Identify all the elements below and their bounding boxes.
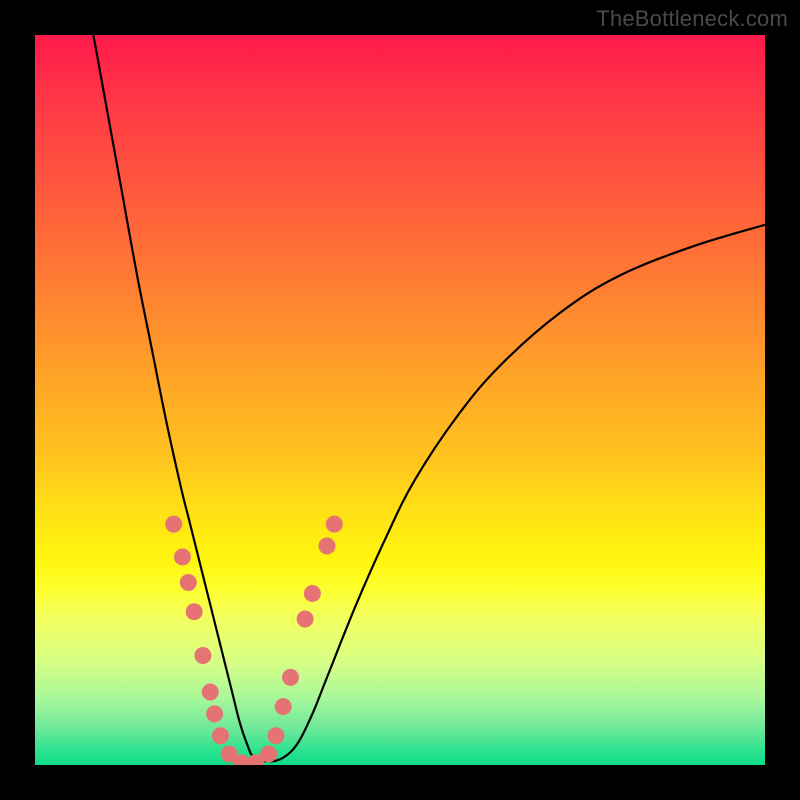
highlight-dot [180, 574, 197, 591]
curve-layer [35, 35, 765, 765]
highlight-dot [212, 727, 229, 744]
highlight-dot [304, 585, 321, 602]
highlight-dot [174, 548, 191, 565]
bottleneck-curve [93, 35, 765, 761]
highlight-dot [206, 705, 223, 722]
highlight-dot [186, 603, 203, 620]
highlight-dot [297, 611, 314, 628]
highlight-dot [202, 684, 219, 701]
highlight-dot [326, 516, 343, 533]
watermark-text: TheBottleneck.com [596, 6, 788, 32]
highlight-dot [275, 698, 292, 715]
highlight-dot [319, 538, 336, 555]
chart-frame: TheBottleneck.com [0, 0, 800, 800]
plot-area [35, 35, 765, 765]
highlighted-dots [165, 516, 343, 765]
highlight-dot [194, 647, 211, 664]
highlight-dot [165, 516, 182, 533]
highlight-dot [267, 727, 284, 744]
highlight-dot [282, 669, 299, 686]
highlight-dot [260, 746, 277, 763]
